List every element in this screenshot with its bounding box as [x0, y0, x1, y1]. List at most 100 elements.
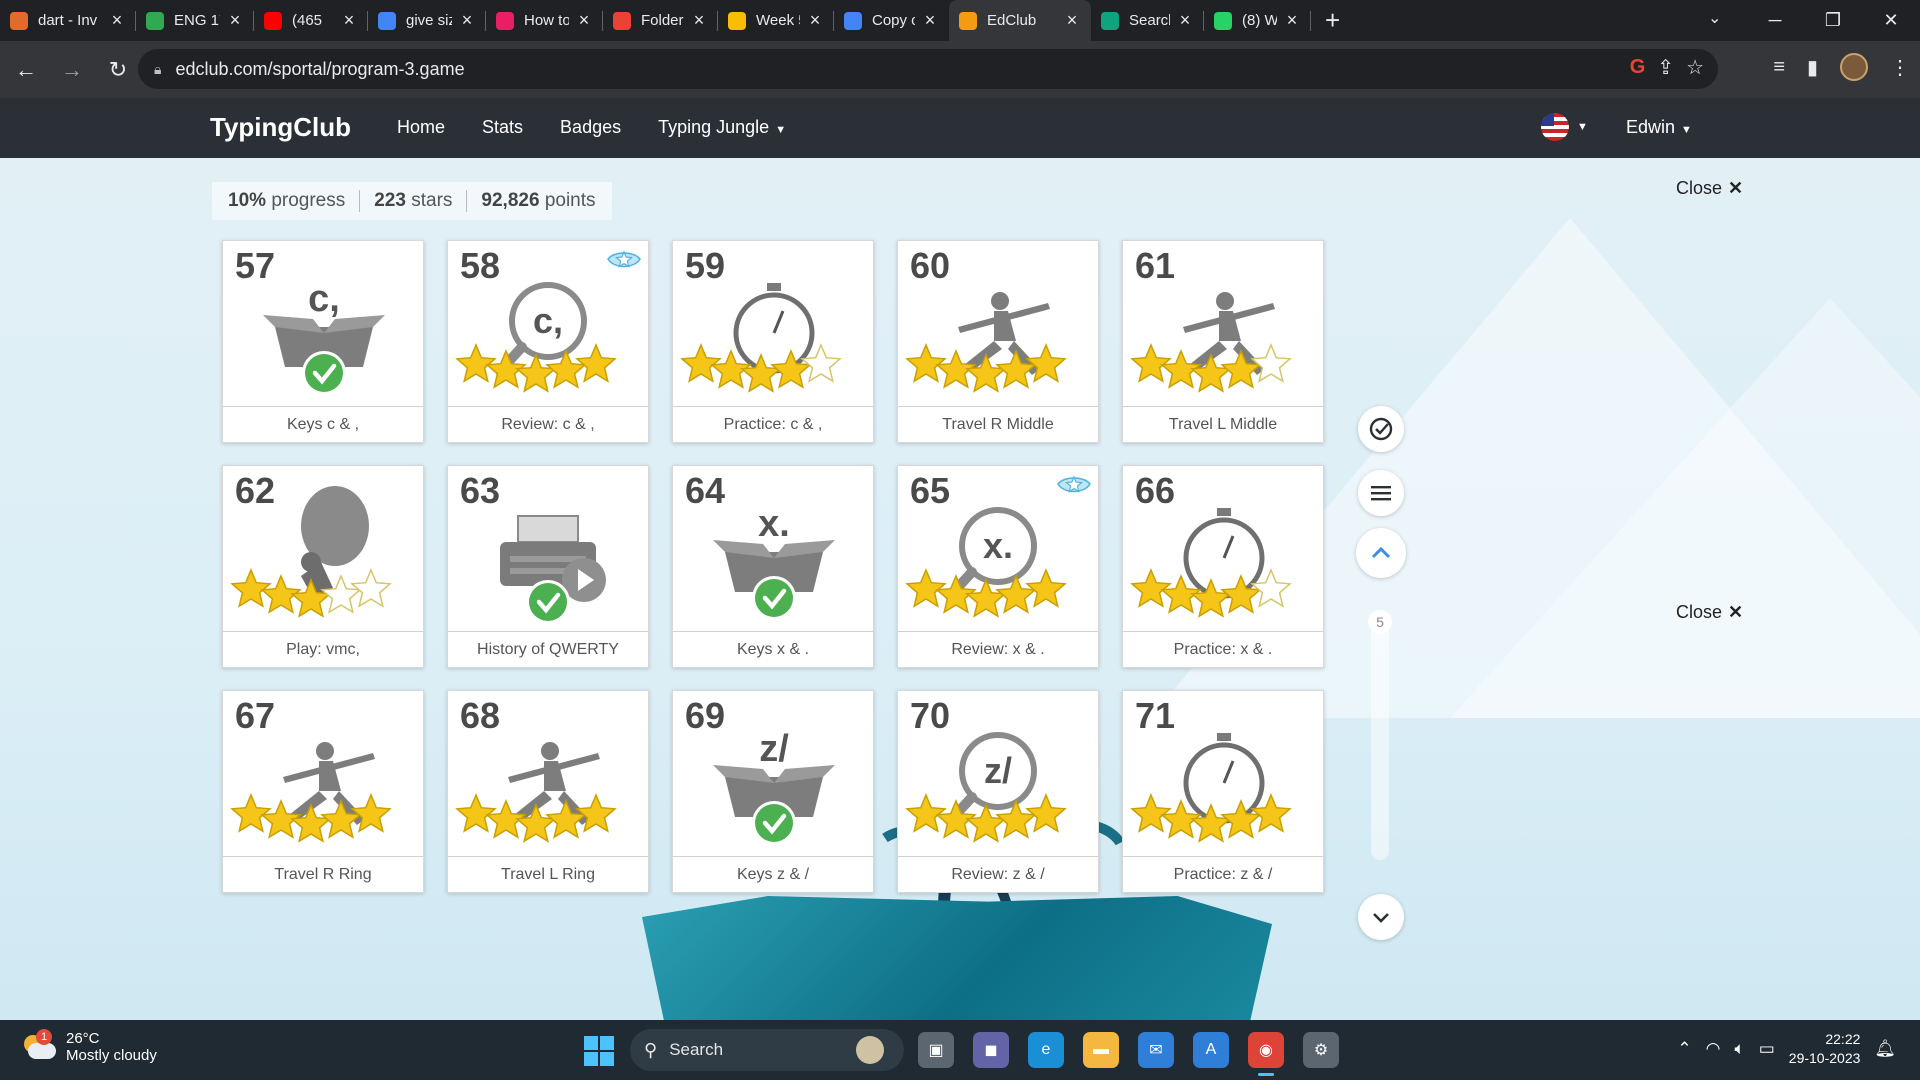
address-bar[interactable]: 🔒︎ edclub.com/sportal/program-3.game G ⇪…: [138, 49, 1718, 89]
tab-close-icon[interactable]: ×: [690, 10, 708, 31]
lesson-card[interactable]: 61 Travel L Middle: [1122, 240, 1324, 443]
nav-badges[interactable]: Badges: [560, 117, 621, 138]
browser-tab[interactable]: Copy of ×: [834, 0, 949, 41]
notifications-bell-icon[interactable]: 🔔︎: [1874, 1039, 1896, 1059]
lesson-card[interactable]: c, 57 Keys c & ,: [222, 240, 424, 443]
app-store-icon[interactable]: A: [1193, 1032, 1229, 1068]
tab-close-icon[interactable]: ×: [575, 10, 593, 31]
more-menu-icon[interactable]: ⋮: [1890, 55, 1910, 80]
back-icon[interactable]: ←: [6, 57, 46, 83]
caret-down-icon[interactable]: ▼: [1577, 121, 1588, 133]
browser-tab-strip: dart - Inv×ENG 17/×(465×give size×How to…: [0, 0, 1920, 41]
tab-close-icon[interactable]: ×: [458, 10, 476, 31]
lesson-card[interactable]: 63 History of QWERTY: [447, 465, 649, 668]
lesson-card[interactable]: 66 Practice: x & .: [1122, 465, 1324, 668]
tab-close-icon[interactable]: ×: [1283, 10, 1301, 31]
tab-title: Week 5: [756, 12, 800, 29]
lesson-card[interactable]: 67 Travel R Ring: [222, 690, 424, 893]
lesson-card[interactable]: z/70 Review: z & /: [897, 690, 1099, 893]
progress-summary: 10% progress 223 stars 92,826 points: [212, 182, 612, 220]
chrome-icon[interactable]: ◉: [1248, 1032, 1284, 1076]
file-explorer-icon[interactable]: ▬: [1083, 1032, 1119, 1068]
browser-tab[interactable]: (465 ×: [254, 0, 368, 41]
browser-tab[interactable]: Folder sl ×: [603, 0, 718, 41]
minimize-icon[interactable]: ─: [1746, 10, 1804, 31]
tab-search-icon[interactable]: ⌄: [1708, 8, 1721, 28]
windows-start-icon[interactable]: [584, 1036, 614, 1066]
lesson-card[interactable]: c, 58 Review: c & ,: [447, 240, 649, 443]
share-icon[interactable]: ⇪: [1657, 55, 1674, 80]
browser-tab[interactable]: EdClub ×: [949, 0, 1091, 41]
reload-icon[interactable]: ↻: [98, 57, 138, 83]
bookmark-star-icon[interactable]: ☆: [1686, 55, 1704, 80]
weather-widget[interactable]: 1 26°C Mostly cloudy: [22, 1029, 157, 1064]
taskbar-search[interactable]: ⚲ Search: [630, 1029, 904, 1071]
caret-down-icon: ▼: [775, 124, 787, 136]
close-window-icon[interactable]: ✕: [1862, 10, 1920, 31]
tab-title: Folder sl: [641, 12, 684, 29]
meet-icon[interactable]: ◼: [973, 1032, 1009, 1068]
lesson-card[interactable]: 68 Travel L Ring: [447, 690, 649, 893]
lesson-card[interactable]: 60 Travel R Middle: [897, 240, 1099, 443]
stopwatch-icon: [1183, 733, 1265, 824]
volume-icon[interactable]: 🔈︎: [1735, 1039, 1745, 1059]
lock-icon[interactable]: 🔒︎: [154, 61, 161, 78]
tab-close-icon[interactable]: ×: [921, 10, 939, 31]
mail-icon[interactable]: ✉: [1138, 1032, 1174, 1068]
tab-close-icon[interactable]: ×: [1176, 10, 1194, 31]
background-mountain: [1450, 298, 1920, 718]
google-lens-icon[interactable]: G: [1630, 56, 1646, 79]
browser-tab[interactable]: How to s ×: [486, 0, 603, 41]
lesson-card[interactable]: 59 Practice: c & ,: [672, 240, 874, 443]
rating-star-icon: [1025, 568, 1067, 608]
tab-close-icon[interactable]: ×: [226, 10, 244, 31]
lesson-card[interactable]: x. 65 Review: x & .: [897, 465, 1099, 668]
side-panel-icon[interactable]: ▮: [1807, 55, 1818, 80]
lesson-scrollbar[interactable]: [1371, 610, 1389, 860]
check-circle-icon[interactable]: [1358, 406, 1404, 452]
media-control-icon[interactable]: ≡: [1773, 56, 1785, 79]
rating-star-icon: [1025, 793, 1067, 833]
restore-icon[interactable]: ❐: [1804, 10, 1862, 31]
lesson-card[interactable]: 62 Play: vmc,: [222, 465, 424, 668]
notification-badge: 1: [36, 1029, 52, 1045]
tab-close-icon[interactable]: ×: [108, 10, 126, 31]
show-hidden-icons-icon[interactable]: ⌃: [1677, 1039, 1691, 1059]
lesson-card[interactable]: x. 64 Keys x & .: [672, 465, 874, 668]
tab-close-icon[interactable]: ×: [340, 10, 358, 31]
menu-icon[interactable]: [1358, 470, 1404, 516]
nav-typing-jungle[interactable]: Typing Jungle ▼: [658, 117, 786, 138]
user-menu[interactable]: Edwin ▼: [1626, 117, 1692, 138]
browser-toolbar: ← → ↻ 🔒︎ edclub.com/sportal/program-3.ga…: [0, 41, 1920, 98]
profile-avatar[interactable]: [1840, 53, 1868, 81]
browser-tab[interactable]: give size ×: [368, 0, 486, 41]
task-view-icon[interactable]: ▣: [918, 1032, 954, 1068]
browser-tab[interactable]: dart - Inv ×: [0, 0, 136, 41]
close-button[interactable]: Close ✕: [1676, 602, 1743, 623]
wifi-icon[interactable]: ◠: [1706, 1039, 1721, 1059]
mastery-badge-icon: [607, 250, 641, 268]
battery-icon[interactable]: ▭: [1759, 1039, 1775, 1059]
lesson-card[interactable]: 71 Practice: z & /: [1122, 690, 1324, 893]
clock[interactable]: 22:22 29-10-2023: [1789, 1030, 1861, 1068]
rating-star-icon: [320, 799, 362, 839]
tab-close-icon[interactable]: ×: [1063, 10, 1081, 31]
url-text[interactable]: edclub.com/sportal/program-3.game: [175, 59, 464, 80]
browser-tab[interactable]: Search in ×: [1091, 0, 1204, 41]
nav-stats[interactable]: Stats: [482, 117, 523, 138]
new-tab-icon[interactable]: +: [1325, 5, 1340, 36]
browser-tab[interactable]: ENG 17/ ×: [136, 0, 254, 41]
us-flag-icon[interactable]: [1541, 113, 1569, 141]
settings-icon[interactable]: ⚙: [1303, 1032, 1339, 1068]
edge-icon[interactable]: e: [1028, 1032, 1064, 1068]
close-button[interactable]: Close ✕: [1676, 178, 1743, 199]
browser-tab[interactable]: Week 5 ×: [718, 0, 834, 41]
browser-tab[interactable]: (8) What ×: [1204, 0, 1311, 41]
chevron-down-icon[interactable]: [1358, 894, 1404, 940]
chevron-up-icon[interactable]: [1356, 528, 1406, 578]
forward-icon[interactable]: →: [52, 57, 92, 83]
brand-logo[interactable]: TypingClub: [210, 112, 351, 143]
nav-home[interactable]: Home: [397, 117, 445, 138]
lesson-card[interactable]: z/69 Keys z & /: [672, 690, 874, 893]
tab-close-icon[interactable]: ×: [806, 10, 824, 31]
